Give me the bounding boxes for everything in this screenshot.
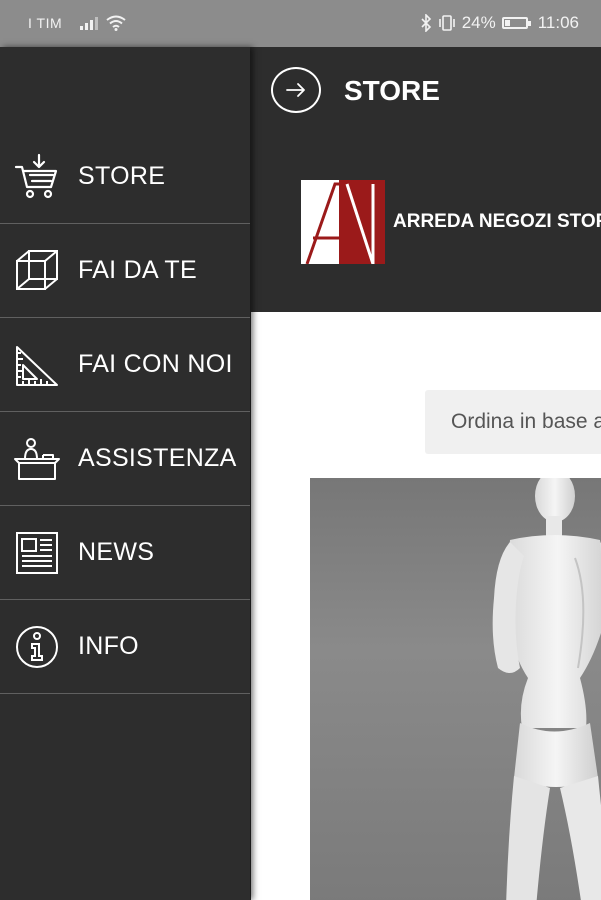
bluetooth-icon [421, 14, 431, 32]
menu-label-store: STORE [78, 162, 166, 190]
menu-label-info: INFO [78, 632, 139, 660]
drawer-menu: STORE FAI DA TE FAI CON NOI ASSISTENZA N… [0, 130, 250, 694]
sort-dropdown[interactable]: Ordina in base a [425, 390, 601, 454]
menu-item-info[interactable]: INFO [0, 600, 250, 694]
status-left: I TIM [28, 15, 126, 31]
cube-icon [12, 246, 62, 296]
menu-item-store[interactable]: STORE [0, 130, 250, 224]
main-area: STORE ARREDA NEGOZI STORE Ordina in base… [251, 47, 601, 900]
menu-label-fai-da-te: FAI DA TE [78, 256, 197, 284]
brand-header: ARREDA NEGOZI STORE [301, 180, 601, 265]
carrier-label: I TIM [28, 15, 63, 31]
menu-item-fai-da-te[interactable]: FAI DA TE [0, 224, 250, 318]
menu-label-assistenza: ASSISTENZA [78, 444, 237, 472]
arrow-right-circle-icon[interactable] [271, 67, 321, 113]
menu-label-fai-con-noi: FAI CON NOI [78, 350, 233, 378]
status-right: 24% 11:06 [421, 13, 579, 33]
menu-item-assistenza[interactable]: ASSISTENZA [0, 412, 250, 506]
newspaper-icon [12, 528, 62, 578]
vibrate-icon [438, 15, 455, 31]
wifi-icon [106, 15, 126, 31]
battery-icon [501, 17, 531, 29]
clock: 11:06 [537, 13, 579, 32]
content-panel: Ordina in base a [251, 312, 601, 900]
info-icon [12, 622, 62, 672]
reception-desk-icon [12, 434, 62, 484]
status-bar: I TIM 24% 11:06 [0, 0, 601, 47]
page-title: STORE [344, 75, 440, 106]
cart-download-icon [12, 152, 62, 202]
menu-item-fai-con-noi[interactable]: FAI CON NOI [0, 318, 250, 412]
navigation-drawer: STORE FAI DA TE FAI CON NOI ASSISTENZA N… [0, 47, 250, 900]
app-bar: STORE [251, 47, 601, 135]
signal-icon [80, 16, 99, 30]
menu-item-news[interactable]: NEWS [0, 506, 250, 600]
battery-fill [504, 20, 510, 26]
battery-percent: 24% [461, 13, 496, 32]
mannequin-image [492, 478, 601, 900]
set-square-icon [12, 340, 62, 390]
product-image[interactable] [310, 478, 601, 900]
brand-name: ARREDA NEGOZI STORE [393, 211, 601, 232]
brand-logo [301, 180, 385, 265]
menu-label-news: NEWS [78, 538, 155, 566]
